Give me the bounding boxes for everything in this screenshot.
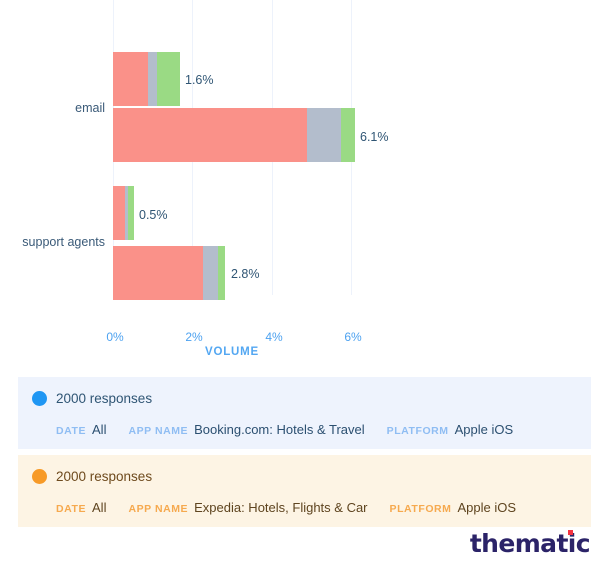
bar-segment-negative — [113, 246, 203, 300]
filter-cards: 2000 responses DATE All APP NAME Booking… — [18, 377, 591, 527]
filter-value-platform[interactable]: Apple iOS — [455, 422, 514, 437]
card-filter-list: DATE All APP NAME Booking.com: Hotels & … — [56, 422, 577, 437]
card-filter-list: DATE All APP NAME Expedia: Hotels, Fligh… — [56, 500, 577, 515]
bar-segment-positive — [218, 246, 225, 300]
category-label-email: email — [75, 101, 105, 115]
filter-key-platform: PLATFORM — [389, 503, 452, 515]
bar-value-support-agents-booking: 0.5% — [139, 208, 168, 222]
bar-support-agents-booking[interactable] — [113, 186, 134, 240]
response-count: 2000 responses — [56, 390, 153, 406]
filter-value-app-name[interactable]: Booking.com: Hotels & Travel — [194, 422, 365, 437]
filter-card-expedia[interactable]: 2000 responses DATE All APP NAME Expedia… — [18, 455, 591, 527]
category-label-support-agents: support agents — [22, 235, 105, 249]
bar-value-email-booking: 1.6% — [185, 73, 214, 87]
bar-value-support-agents-expedia: 2.8% — [231, 267, 260, 281]
bar-segment-neutral — [203, 246, 218, 300]
filter-value-date[interactable]: All — [92, 500, 106, 515]
card-header: 2000 responses — [32, 387, 577, 409]
card-header: 2000 responses — [32, 465, 577, 487]
bar-segment-negative — [113, 108, 307, 162]
x-axis-title: VOLUME — [205, 346, 259, 358]
xtick-1: 2% — [185, 330, 203, 344]
filter-key-platform: PLATFORM — [386, 425, 449, 437]
bar-segment-positive — [157, 52, 180, 106]
series-color-dot-icon — [32, 390, 47, 406]
bar-email-expedia[interactable] — [113, 108, 355, 162]
bar-segment-positive — [128, 186, 134, 240]
xtick-0: 0% — [106, 330, 124, 344]
bar-segment-neutral — [148, 52, 157, 106]
filter-key-date: DATE — [56, 503, 87, 515]
logo-accent-dot-icon — [568, 530, 573, 535]
bar-segment-negative — [113, 52, 148, 106]
filter-key-date: DATE — [56, 425, 87, 437]
filter-key-app-name: APP NAME — [128, 503, 189, 515]
bar-email-booking[interactable] — [113, 52, 180, 106]
filter-key-app-name: APP NAME — [128, 425, 189, 437]
filter-card-booking[interactable]: 2000 responses DATE All APP NAME Booking… — [18, 377, 591, 449]
filter-value-platform[interactable]: Apple iOS — [457, 500, 516, 515]
xtick-2: 4% — [265, 330, 283, 344]
filter-value-app-name[interactable]: Expedia: Hotels, Flights & Car — [194, 500, 367, 515]
bar-segment-negative — [113, 186, 125, 240]
bar-value-email-expedia: 6.1% — [360, 130, 389, 144]
xtick-3: 6% — [344, 330, 362, 344]
thematic-logo: thematic — [470, 529, 591, 558]
chart-region: email support agents 1.6% 6.1% 0.5% 2.8%… — [0, 0, 609, 370]
bar-support-agents-expedia[interactable] — [113, 246, 225, 300]
bar-segment-positive — [341, 108, 355, 162]
response-count: 2000 responses — [56, 468, 153, 484]
filter-value-date[interactable]: All — [92, 422, 106, 437]
bar-segment-neutral — [307, 108, 341, 162]
series-color-dot-icon — [32, 468, 47, 484]
